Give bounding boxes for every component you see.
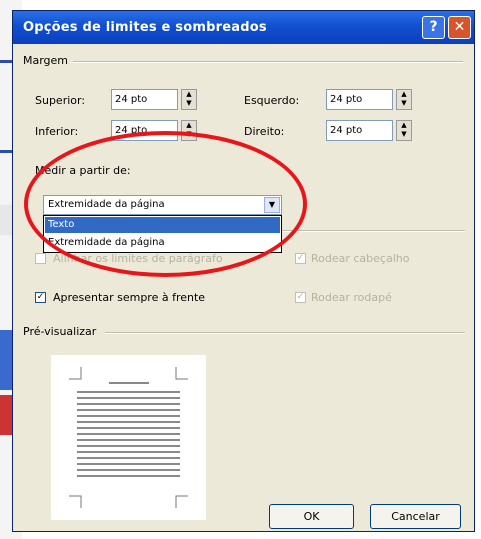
- measure-from-selected-value: Extremidade da página: [48, 199, 165, 210]
- margin-section-label: Margem: [23, 54, 69, 67]
- preview-text-line: [77, 409, 180, 411]
- preview-text-line: [77, 469, 180, 471]
- left-margin-label: Esquerdo:: [244, 94, 300, 107]
- surround-header-checkbox[interactable]: ✓: [295, 253, 306, 264]
- preview-text-line: [77, 391, 180, 393]
- options-divider: [275, 230, 465, 232]
- title-bar[interactable]: Opções de limites e sombreados ? ✕: [13, 11, 474, 44]
- question-mark-icon: ?: [429, 19, 438, 35]
- bottom-margin-spinner[interactable]: 24 pto ▲ ▼: [111, 120, 197, 141]
- spin-arrows-icon[interactable]: ▲ ▼: [181, 120, 197, 141]
- preview-label: Pré-visualizar: [23, 325, 97, 338]
- help-button[interactable]: ?: [422, 16, 445, 39]
- preview-text-line: [77, 433, 180, 435]
- preview-page: [51, 355, 206, 520]
- preview-text-line: [77, 421, 180, 423]
- left-margin-input[interactable]: 24 pto: [326, 89, 393, 110]
- surround-footer-label: Rodear rodapé: [311, 291, 392, 304]
- preview-text-line: [77, 415, 180, 417]
- surround-header-label: Rodear cabeçalho: [311, 252, 410, 265]
- page-corner-marks: [69, 367, 188, 508]
- right-margin-spinner[interactable]: 24 pto ▲ ▼: [326, 120, 412, 141]
- preview-text-line: [77, 403, 180, 405]
- close-button[interactable]: ✕: [448, 16, 471, 39]
- close-icon: ✕: [453, 19, 466, 35]
- top-margin-label: Superior:: [35, 94, 86, 107]
- spin-arrows-icon[interactable]: ▲ ▼: [396, 89, 412, 110]
- right-margin-input[interactable]: 24 pto: [326, 120, 393, 141]
- preview-text-line: [77, 451, 180, 453]
- bottom-margin-label: Inferior:: [35, 125, 79, 138]
- preview-divider: [105, 332, 465, 334]
- preview-text-line: [77, 439, 180, 441]
- always-front-label: Apresentar sempre à frente: [53, 291, 206, 304]
- surround-footer-checkbox[interactable]: ✓: [295, 292, 306, 303]
- preview-text-line: [77, 427, 180, 429]
- top-margin-input[interactable]: 24 pto: [111, 89, 178, 110]
- ok-button[interactable]: OK: [269, 504, 354, 529]
- preview-text-line: [77, 463, 180, 465]
- align-paragraph-label: Alinhar os limites de parágrafo: [53, 252, 223, 265]
- option-text[interactable]: Texto: [45, 217, 280, 233]
- option-page-edge[interactable]: Extremidade da página: [45, 235, 280, 251]
- measure-from-select[interactable]: Extremidade da página ▼: [43, 195, 282, 215]
- preview-text-line: [77, 457, 180, 459]
- margin-divider: [73, 61, 463, 63]
- always-front-checkbox[interactable]: ✓: [35, 292, 46, 303]
- measure-from-label: Medir a partir de:: [35, 164, 131, 177]
- left-margin-spinner[interactable]: 24 pto ▲ ▼: [326, 89, 412, 110]
- right-margin-label: Direito:: [244, 125, 285, 138]
- spin-arrows-icon[interactable]: ▲ ▼: [181, 89, 197, 110]
- dialog-title: Opções de limites e sombreados: [23, 20, 267, 35]
- preview-text-line: [77, 475, 180, 477]
- preview-text-line: [77, 445, 180, 447]
- preview-text-line: [77, 397, 180, 399]
- align-paragraph-checkbox[interactable]: [35, 253, 46, 264]
- chevron-down-icon[interactable]: ▼: [264, 197, 280, 213]
- cancel-button[interactable]: Cancelar: [370, 504, 461, 529]
- bottom-margin-input[interactable]: 24 pto: [111, 120, 178, 141]
- borders-shading-options-dialog: Opções de limites e sombreados ? ✕ Marge…: [12, 10, 475, 532]
- top-margin-spinner[interactable]: 24 pto ▲ ▼: [111, 89, 197, 110]
- measure-from-dropdown-list: Texto Extremidade da página: [43, 215, 282, 253]
- spin-arrows-icon[interactable]: ▲ ▼: [396, 120, 412, 141]
